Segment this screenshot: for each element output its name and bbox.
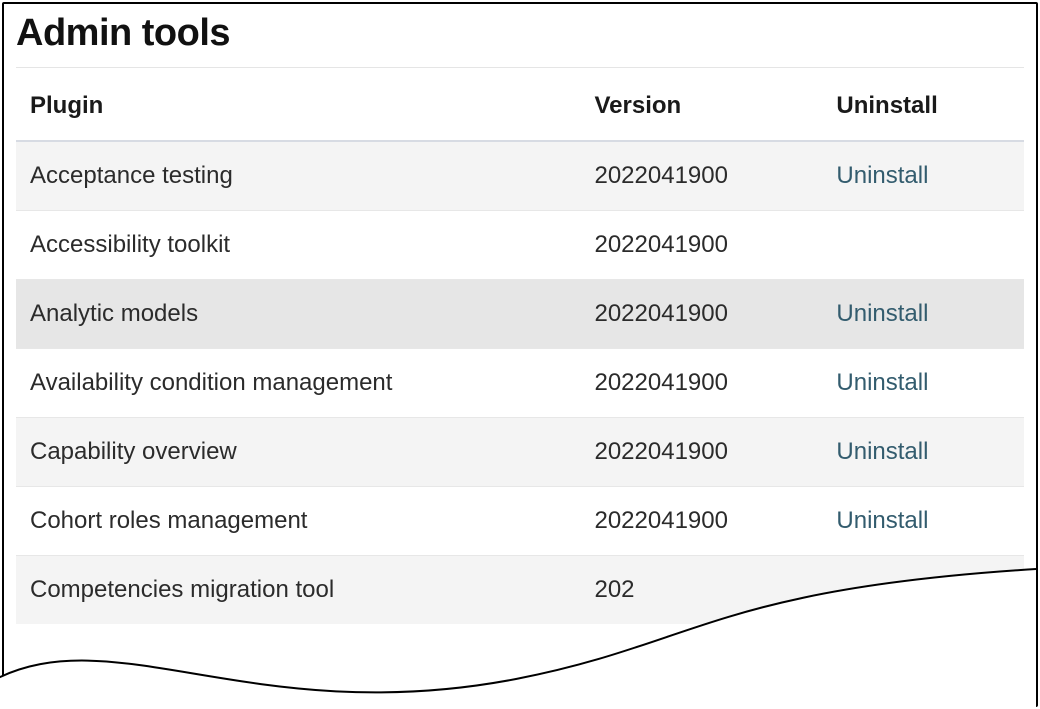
uninstall-link[interactable]: Uninstall xyxy=(836,300,928,327)
table-row: Capability overview2022041900 Uninstall xyxy=(16,418,1024,487)
col-header-plugin: Plugin xyxy=(16,72,580,141)
table-row: Availability condition management2022041… xyxy=(16,349,1024,418)
divider xyxy=(16,67,1024,68)
table-row: Analytic models2022041900 Uninstall xyxy=(16,280,1024,349)
plugin-action: Uninstall xyxy=(822,141,1024,211)
plugin-action xyxy=(822,556,1024,625)
table-row: Competencies migration tool202 xyxy=(16,556,1024,625)
uninstall-link[interactable]: Uninstall xyxy=(836,162,928,189)
plugin-action xyxy=(822,211,1024,280)
plugin-name: Cohort roles management xyxy=(16,487,580,556)
plugin-name: Accessibility toolkit xyxy=(16,211,580,280)
plugin-name: Acceptance testing xyxy=(16,141,580,211)
plugin-name: Capability overview xyxy=(16,418,580,487)
plugin-version: 2022041900 xyxy=(580,211,822,280)
uninstall-link[interactable]: Uninstall xyxy=(836,369,928,396)
plugin-version: 202 xyxy=(580,556,822,625)
plugins-table: Plugin Version Uninstall Acceptance test… xyxy=(16,72,1024,624)
plugin-name: Competencies migration tool xyxy=(16,556,580,625)
page-title: Admin tools xyxy=(4,4,1036,67)
plugin-version: 2022041900 xyxy=(580,418,822,487)
table-row: Accessibility toolkit2022041900 xyxy=(16,211,1024,280)
plugin-action: Uninstall xyxy=(822,349,1024,418)
col-header-uninstall: Uninstall xyxy=(822,72,1024,141)
col-header-version: Version xyxy=(580,72,822,141)
plugin-action: Uninstall xyxy=(822,487,1024,556)
plugin-version: 2022041900 xyxy=(580,141,822,211)
plugin-name: Analytic models xyxy=(16,280,580,349)
plugin-action: Uninstall xyxy=(822,418,1024,487)
uninstall-link[interactable]: Uninstall xyxy=(836,507,928,534)
table-row: Cohort roles management2022041900 Uninsta… xyxy=(16,487,1024,556)
uninstall-link[interactable]: Uninstall xyxy=(836,438,928,465)
plugin-version: 2022041900 xyxy=(580,349,822,418)
table-row: Acceptance testing2022041900 Uninstall xyxy=(16,141,1024,211)
plugin-version: 2022041900 xyxy=(580,280,822,349)
plugin-name: Availability condition management xyxy=(16,349,580,418)
plugin-version: 2022041900 xyxy=(580,487,822,556)
plugin-action: Uninstall xyxy=(822,280,1024,349)
